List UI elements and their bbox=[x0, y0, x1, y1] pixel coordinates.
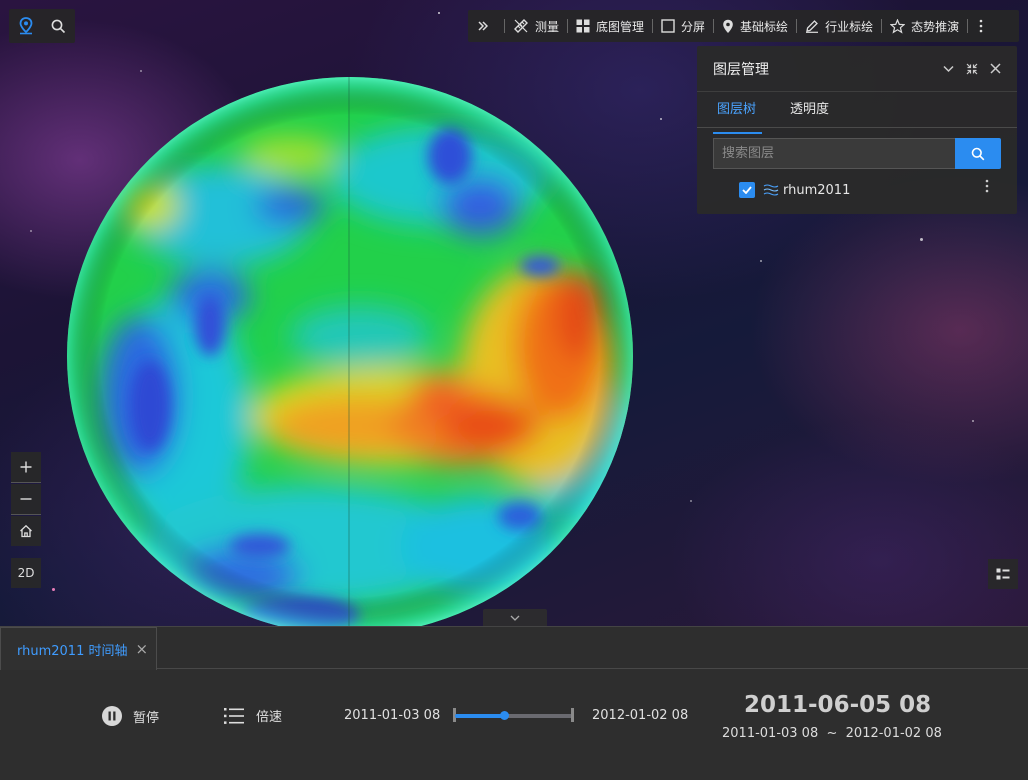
legend-button[interactable] bbox=[988, 559, 1018, 589]
square-icon bbox=[661, 19, 675, 33]
double-chevron-right-icon bbox=[478, 21, 488, 31]
toolbar-label: 态势推演 bbox=[911, 19, 960, 34]
toolbar-more-button[interactable] bbox=[968, 10, 998, 42]
star bbox=[920, 238, 923, 241]
toolbar-basemap[interactable]: 底图管理 bbox=[568, 10, 652, 42]
star bbox=[30, 230, 32, 232]
toolbar-label: 分屏 bbox=[681, 19, 706, 34]
home-icon bbox=[20, 524, 32, 538]
search-icon bbox=[971, 147, 985, 160]
search-button[interactable] bbox=[42, 9, 75, 43]
toolbar-basic-plot[interactable]: 基础标绘 bbox=[714, 10, 796, 42]
slider-thumb[interactable] bbox=[500, 711, 510, 720]
expand-toolbar-button[interactable] bbox=[468, 10, 504, 42]
star bbox=[760, 260, 762, 262]
pause-icon bbox=[102, 706, 122, 726]
toolbar-split-screen[interactable]: 分屏 bbox=[653, 10, 713, 42]
toolbar-measure[interactable]: 测量 bbox=[505, 10, 567, 42]
layer-search-input[interactable] bbox=[713, 138, 955, 169]
layer-panel-tabs: 图层树 透明度 bbox=[697, 100, 1017, 134]
location-pin-icon bbox=[19, 17, 32, 35]
list-grid-icon bbox=[996, 568, 1010, 580]
slider-track[interactable] bbox=[455, 711, 573, 720]
speed-label: 倍速 bbox=[256, 710, 283, 725]
divider bbox=[11, 514, 41, 515]
pause-label: 暂停 bbox=[133, 710, 160, 726]
layer-name: rhum2011 bbox=[783, 182, 851, 198]
time-range: 2011-01-03 08 ~ 2012-01-02 08 bbox=[722, 726, 942, 741]
layer-panel-title: 图层管理 bbox=[713, 61, 769, 78]
current-time: 2011-06-05 08 bbox=[744, 692, 932, 718]
home-button[interactable] bbox=[11, 516, 41, 546]
map-pin-icon bbox=[723, 19, 733, 33]
ruler-icon bbox=[514, 19, 528, 33]
timeline-tab[interactable]: rhum2011 时间轴 × bbox=[0, 627, 157, 670]
end-time: 2012-01-02 08 bbox=[592, 708, 689, 723]
star bbox=[660, 118, 662, 120]
layer-search bbox=[713, 138, 1001, 169]
star bbox=[52, 588, 55, 591]
compress-icon[interactable] bbox=[966, 63, 978, 75]
layer-search-button[interactable] bbox=[955, 138, 1001, 169]
minus-icon bbox=[20, 498, 32, 500]
toolbar-label: 基础标绘 bbox=[740, 19, 789, 34]
chevron-down-icon[interactable] bbox=[943, 65, 954, 73]
more-vertical-icon bbox=[979, 19, 983, 33]
layer-more-icon[interactable] bbox=[985, 179, 989, 193]
layer-panel: 图层管理 图层树 透明度 搜索图层 rhum2011 bbox=[697, 46, 1017, 214]
mode-2d-button[interactable]: 2D bbox=[11, 558, 41, 588]
toolbar-label: 行业标绘 bbox=[825, 19, 874, 34]
slider-fill bbox=[455, 714, 505, 718]
raster-layer-icon bbox=[763, 184, 779, 196]
globe[interactable] bbox=[60, 76, 640, 626]
pencil-icon bbox=[806, 20, 819, 33]
search-icon bbox=[51, 19, 66, 33]
tab-opacity[interactable]: 透明度 bbox=[786, 100, 833, 127]
layer-panel-header: 图层管理 bbox=[697, 46, 1017, 92]
close-icon[interactable]: × bbox=[135, 640, 148, 658]
location-button[interactable] bbox=[9, 9, 42, 43]
checkmark-icon bbox=[742, 186, 752, 194]
list-icon bbox=[224, 707, 244, 724]
close-icon[interactable] bbox=[990, 63, 1001, 74]
zoom-out-button[interactable] bbox=[11, 484, 41, 514]
star bbox=[972, 420, 974, 422]
divider bbox=[11, 482, 41, 483]
toolbar-industry-plot[interactable]: 行业标绘 bbox=[797, 10, 881, 42]
top-left-tools bbox=[9, 9, 75, 43]
timeline-tab-label: rhum2011 时间轴 bbox=[17, 643, 128, 659]
slider-end-handle[interactable] bbox=[571, 708, 574, 722]
pause-button[interactable]: 暂停 bbox=[101, 705, 159, 727]
star bbox=[140, 70, 142, 72]
timeline-tabbar: rhum2011 时间轴 × bbox=[0, 627, 1028, 670]
star bbox=[438, 12, 440, 14]
plus-icon bbox=[20, 461, 32, 473]
star-icon bbox=[890, 18, 906, 34]
toolbar-label: 底图管理 bbox=[596, 19, 645, 34]
speed-button[interactable]: 倍速 bbox=[224, 706, 282, 725]
layer-checkbox[interactable] bbox=[739, 182, 755, 198]
tab-layer-tree[interactable]: 图层树 bbox=[713, 100, 763, 134]
layer-item[interactable]: rhum2011 bbox=[739, 181, 1017, 199]
star bbox=[690, 500, 692, 502]
grid-icon bbox=[576, 19, 590, 33]
start-time: 2011-01-03 08 bbox=[344, 708, 441, 723]
main-toolbar: 测量 底图管理 分屏 基础标绘 行业标绘 态势推演 bbox=[468, 10, 1019, 42]
zoom-in-button[interactable] bbox=[11, 452, 41, 482]
chevron-down-icon bbox=[510, 615, 520, 621]
toolbar-label: 测量 bbox=[535, 19, 560, 34]
timeline-collapse-button[interactable] bbox=[483, 609, 547, 626]
toolbar-situation-deduction[interactable]: 态势推演 bbox=[882, 10, 967, 42]
